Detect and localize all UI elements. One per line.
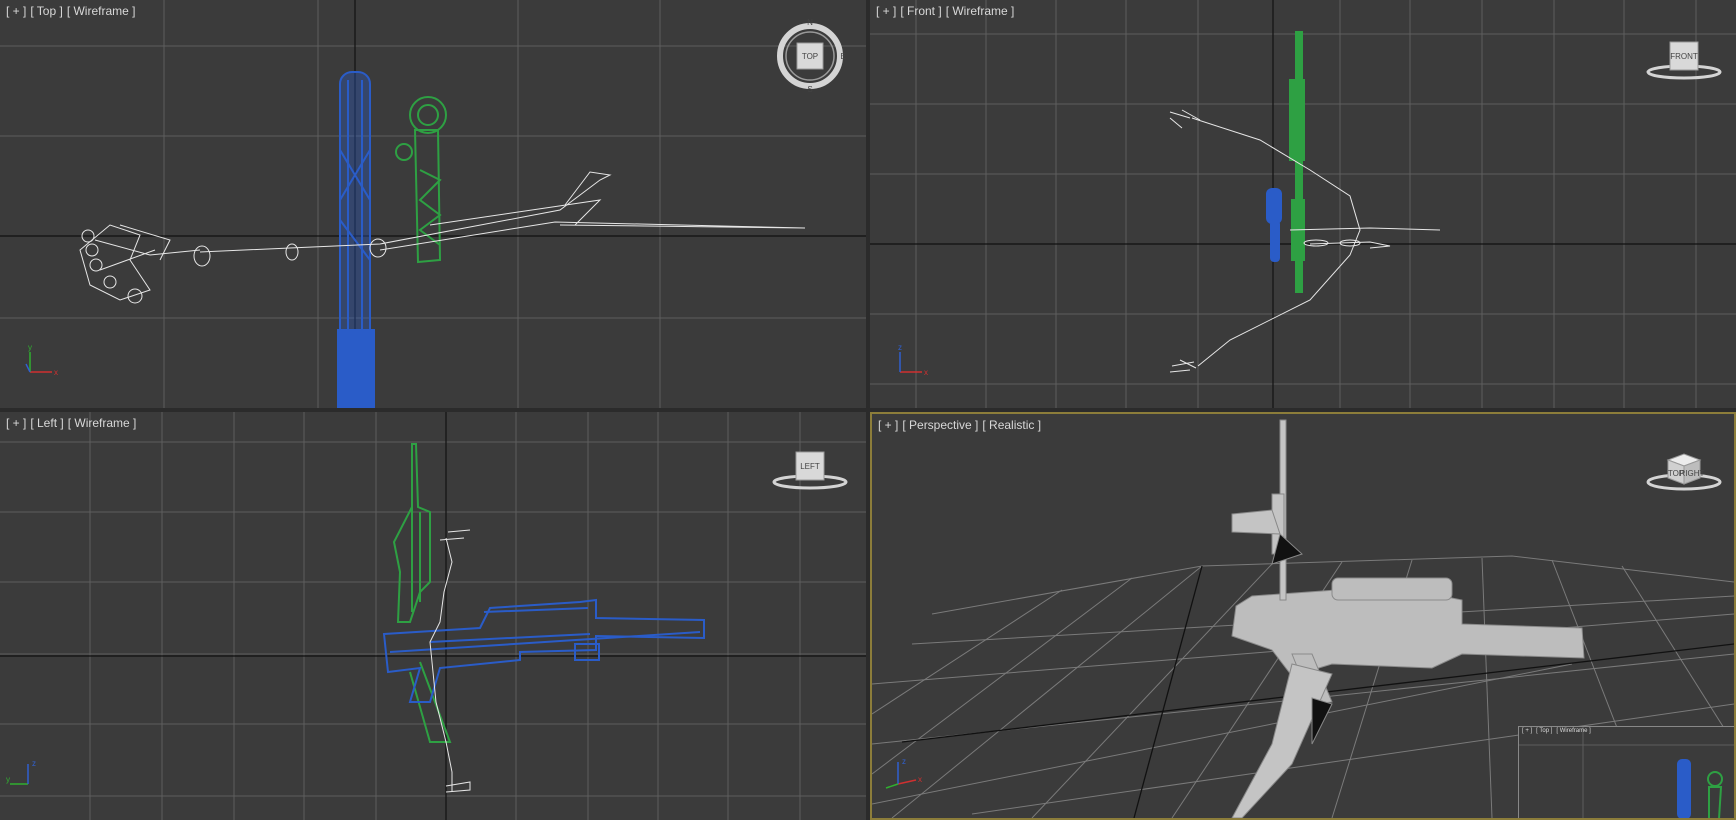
axis-y-label: y <box>6 775 10 784</box>
compass-e-label: E <box>840 52 845 61</box>
axis-x-label: x <box>918 775 922 784</box>
compass-n-label: N <box>807 18 813 27</box>
axis-tripod-icon: x y <box>25 343 58 377</box>
front-scene <box>870 0 1736 408</box>
viewport-top[interactable]: [ + ] [ Top ] [ Wireframe ] TOP N E S x y <box>0 0 866 408</box>
rifle-wireframe <box>382 598 705 703</box>
viewport-menu-button[interactable]: [ + ] <box>876 4 896 18</box>
view-type-button[interactable]: [ Top ] <box>30 4 62 18</box>
bone-wireframe <box>79 171 806 304</box>
shading-mode-button[interactable]: [ Realistic ] <box>982 418 1041 432</box>
view-type-button[interactable]: [ Perspective ] <box>902 418 978 432</box>
viewport-label[interactable]: [ + ] [ Top ] [ Wireframe ] <box>6 4 139 18</box>
bow-wireframe <box>392 443 452 743</box>
viewport-menu-button[interactable]: [ + ] <box>6 4 26 18</box>
viewcube-left[interactable]: LEFT <box>770 446 850 496</box>
axis-x-label: x <box>924 368 928 377</box>
shading-mode-button[interactable]: [ Wireframe ] <box>67 4 136 18</box>
viewport-label[interactable]: [ + ] [ Top ] [ Wireframe ] <box>1522 728 1595 734</box>
rifle-wireframe <box>337 71 375 408</box>
viewcube-face-label: TOP <box>802 52 818 61</box>
viewcube-front[interactable]: FRONT <box>1644 36 1724 86</box>
bone-wireframe <box>429 529 471 793</box>
viewport-mini-top[interactable]: [ + ] [ Top ] [ Wireframe ] <box>1518 726 1734 818</box>
left-scene <box>0 412 866 820</box>
view-type-button[interactable]: [ Top ] <box>1536 728 1552 734</box>
axis-tripod-icon: y z <box>6 759 36 785</box>
compass-s-label: S <box>807 85 812 94</box>
axis-tripod-icon: x z <box>885 757 922 789</box>
viewcube-face-label: FRONT <box>1670 52 1698 61</box>
axis-z-label: z <box>898 343 902 352</box>
viewport-left[interactable]: [ + ] [ Left ] [ Wireframe ] LEFT y z <box>0 412 866 820</box>
axis-z-label: z <box>902 757 906 766</box>
viewport-layout: [ + ] [ Top ] [ Wireframe ] TOP N E S x y <box>0 0 1736 820</box>
mini-scene <box>1519 727 1734 818</box>
viewport-label[interactable]: [ + ] [ Left ] [ Wireframe ] <box>6 416 140 430</box>
axis-x-label: x <box>54 368 58 377</box>
rifle-wireframe <box>1266 188 1282 262</box>
top-scene <box>0 0 866 408</box>
viewcube-face-label: LEFT <box>800 462 820 471</box>
shading-mode-button[interactable]: [ Wireframe ] <box>68 416 137 430</box>
viewcube-top[interactable]: TOP N E S <box>770 16 850 96</box>
view-type-button[interactable]: [ Left ] <box>30 416 63 430</box>
viewcube-face-right-label: RIGHT <box>1680 469 1705 478</box>
axis-y-label: y <box>28 343 32 352</box>
axis-tripod-icon: x z <box>898 343 928 377</box>
viewport-front[interactable]: [ + ] [ Front ] [ Wireframe ] FRONT x z <box>870 0 1736 408</box>
viewcube-perspective[interactable]: TOP RIGHT <box>1644 448 1724 498</box>
viewport-label[interactable]: [ + ] [ Front ] [ Wireframe ] <box>876 4 1018 18</box>
viewport-menu-button[interactable]: [ + ] <box>878 418 898 432</box>
viewport-perspective[interactable]: [ + ] [ Perspective ] [ Realistic ] TOP RI… <box>870 412 1736 820</box>
shading-mode-button[interactable]: [ Wireframe ] <box>1556 728 1590 734</box>
shading-mode-button[interactable]: [ Wireframe ] <box>946 4 1015 18</box>
viewport-menu-button[interactable]: [ + ] <box>6 416 26 430</box>
viewport-label[interactable]: [ + ] [ Perspective ] [ Realistic ] <box>878 418 1045 432</box>
bow-wireframe <box>395 96 447 264</box>
axis-z-label: z <box>32 759 36 768</box>
view-type-button[interactable]: [ Front ] <box>900 4 941 18</box>
viewport-menu-button[interactable]: [ + ] <box>1522 728 1532 734</box>
